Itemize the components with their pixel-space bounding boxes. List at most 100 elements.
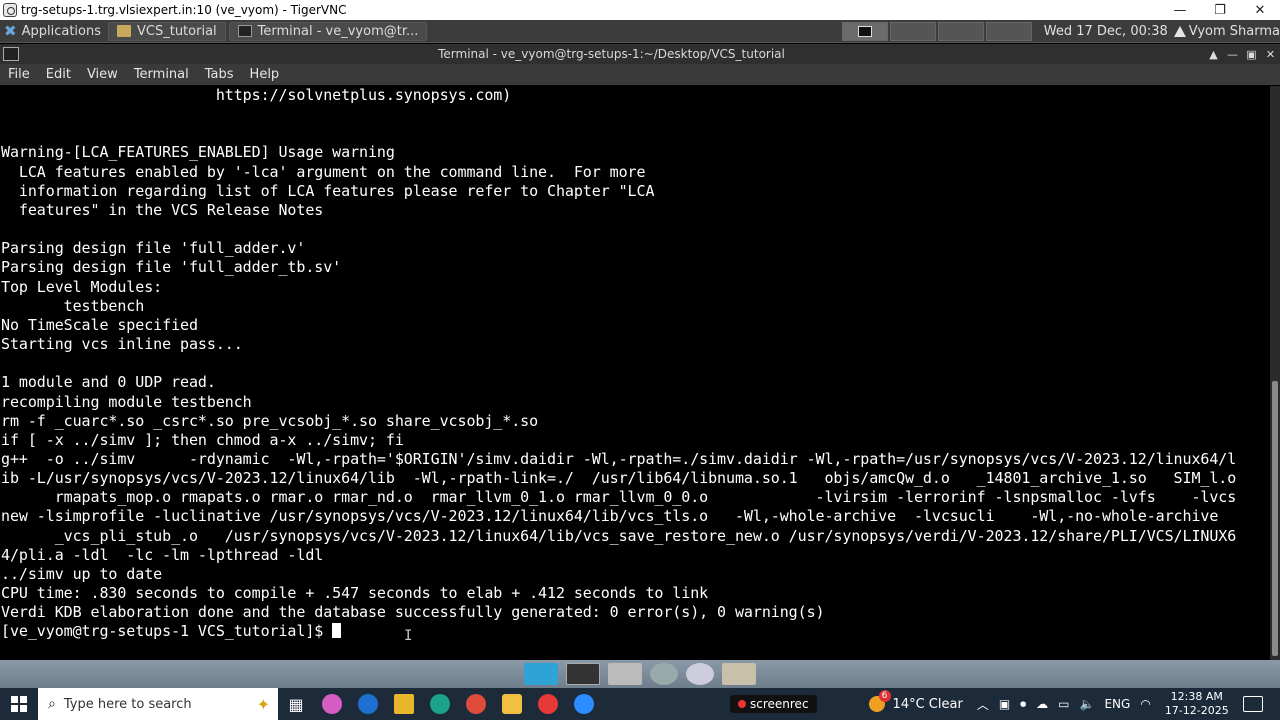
chevron-up-icon[interactable]: ︿ — [977, 696, 989, 713]
windows-taskbar: ⌕ Type here to search ✦ ▦ screenrec 6 14… — [0, 688, 1280, 720]
terminal-line: ib -L/usr/synopsys/vcs/V-2023.12/linux64… — [1, 469, 1237, 488]
terminal-prompt-line[interactable]: [ve_vyom@trg-setups-1 VCS_tutorial]$ — [1, 622, 1270, 641]
terminal-line: information regarding list of LCA featur… — [1, 181, 655, 200]
system-tray: ︿ ▣ ⏺ ☁ ▭ 🔈 ENG ◠ — [977, 696, 1151, 713]
app-icon[interactable] — [350, 688, 386, 720]
camera-icon[interactable]: ▣ — [999, 697, 1010, 711]
screenrec-label: screenrec — [750, 697, 809, 711]
notification-icon[interactable] — [1242, 696, 1263, 712]
terminal-scrollbar[interactable] — [1270, 86, 1280, 660]
file-explorer-icon[interactable] — [386, 688, 422, 720]
folder-icon — [117, 25, 131, 37]
taskbar-clock[interactable]: 12:38 AM 17-12-2025 — [1165, 690, 1229, 718]
menu-file[interactable]: File — [0, 67, 38, 82]
taskbar-date: 17-12-2025 — [1164, 704, 1229, 717]
wifi-icon[interactable]: ◠ — [1140, 697, 1150, 711]
menu-terminal[interactable]: Terminal — [126, 67, 197, 82]
applications-menu[interactable]: ✖ Applications — [0, 20, 105, 42]
terminal-line: Parsing design file 'full_adder_tb.sv' — [1, 258, 342, 277]
chrome-icon[interactable] — [458, 688, 494, 720]
terminal-line: testbench — [1, 296, 145, 315]
shade-button[interactable]: ▲ — [1204, 48, 1223, 61]
terminal-icon[interactable] — [3, 47, 19, 61]
minimize-button[interactable]: — — [1223, 48, 1242, 61]
terminal-cursor — [332, 623, 342, 639]
terminal-line: rm -f _cuarc*.so _csrc*.so pre_vcsobj_*.… — [1, 411, 539, 430]
taskbar-item-terminal[interactable]: Terminal - ve_vyom@tr... — [228, 21, 428, 41]
folder-icon[interactable] — [722, 663, 756, 685]
edge-icon[interactable] — [422, 688, 458, 720]
maximize-button[interactable]: ▣ — [1242, 48, 1261, 61]
shell-prompt: [ve_vyom@trg-setups-1 VCS_tutorial]$ — [1, 622, 333, 641]
terminal-line: _vcs_pli_stub_.o /usr/synopsys/vcs/V-202… — [1, 526, 1237, 545]
weather-badge: 6 — [878, 690, 891, 702]
user-name: Vyom Sharma — [1188, 23, 1280, 39]
terminal-output[interactable]: https://solvnetplus.synopsys.com) Warnin… — [0, 86, 1270, 660]
volume-icon[interactable]: 🔈 — [1080, 697, 1095, 711]
terminal-menubar: File Edit View Terminal Tabs Help — [0, 64, 1280, 85]
terminal-line: 4/pli.a -ldl -lc -lm -lpthread -ldl — [1, 545, 324, 564]
terminal-line: https://solvnetplus.synopsys.com) — [1, 86, 512, 104]
battery-icon[interactable]: ▭ — [1058, 697, 1069, 711]
terminal-line: No TimeScale specified — [1, 315, 198, 334]
windows-logo-icon — [11, 696, 27, 712]
search-icon[interactable] — [686, 663, 714, 685]
terminal-line: ../simv up to date — [1, 564, 163, 583]
terminal-line: Warning-[LCA_FEATURES_ENABLED] Usage war… — [1, 143, 395, 162]
applications-label: Applications — [21, 23, 101, 39]
close-button[interactable]: ✕ — [1240, 3, 1280, 18]
menu-edit[interactable]: Edit — [38, 67, 79, 82]
start-button[interactable] — [0, 688, 38, 720]
workspace-4[interactable] — [985, 21, 1032, 41]
user-menu[interactable]: Vyom Sharma — [1173, 23, 1280, 39]
task-label: VCS_tutorial — [137, 23, 217, 39]
terminal-line: CPU time: .830 seconds to compile + .547… — [1, 584, 709, 603]
terminal-line: recompiling module testbench — [1, 392, 252, 411]
terminal-line: features" in the VCS Release Notes — [1, 200, 324, 219]
workspace-1[interactable] — [841, 21, 888, 41]
text-cursor-icon: I — [404, 628, 413, 644]
vnc-titlebar: trg-setups-1.trg.vlsiexpert.in:10 (ve_vy… — [0, 0, 1280, 20]
terminal-icon — [237, 25, 252, 37]
app-icon-2[interactable] — [494, 688, 530, 720]
task-label: Terminal - ve_vyom@tr... — [257, 23, 419, 39]
language-indicator[interactable]: ENG — [1104, 697, 1130, 711]
copilot-icon[interactable] — [314, 688, 350, 720]
menu-tabs[interactable]: Tabs — [197, 67, 242, 82]
terminal-line: Starting vcs inline pass... — [1, 335, 243, 354]
cloud-icon[interactable]: ☁ — [1036, 697, 1048, 711]
workspace-2[interactable] — [889, 21, 936, 41]
file-manager-icon[interactable] — [608, 663, 642, 685]
terminal-line: Top Level Modules: — [1, 277, 163, 296]
menu-help[interactable]: Help — [242, 67, 288, 82]
scrollbar-thumb[interactable] — [1272, 381, 1278, 656]
panel-clock[interactable]: Wed 17 Dec, 00:38 — [1044, 24, 1168, 39]
screenrec-indicator[interactable]: screenrec — [730, 695, 817, 713]
terminal-titlebar: Terminal - ve_vyom@trg-setups-1:~/Deskto… — [0, 44, 1280, 64]
desktop-icon[interactable] — [524, 663, 558, 685]
terminal-line: rmapats_mop.o rmapats.o rmar.o rmar_nd.o… — [1, 488, 1237, 507]
tigervnc-icon — [3, 3, 17, 17]
zoom-icon[interactable] — [566, 688, 602, 720]
maximize-button[interactable]: ❐ — [1200, 3, 1240, 18]
app-icon-3[interactable] — [530, 688, 566, 720]
microphone-icon[interactable]: ⏺ — [1020, 697, 1026, 712]
task-view-icon[interactable]: ▦ — [278, 688, 314, 720]
vnc-window-title: trg-setups-1.trg.vlsiexpert.in:10 (ve_vy… — [21, 3, 347, 17]
terminal-icon[interactable] — [566, 663, 600, 685]
browser-icon[interactable] — [650, 663, 678, 685]
weather-widget[interactable]: 6 14°C Clear — [868, 690, 963, 712]
terminal-window-title: Terminal - ve_vyom@trg-setups-1:~/Deskto… — [438, 47, 785, 61]
minimize-button[interactable]: — — [1160, 3, 1200, 18]
workspace-3[interactable] — [937, 21, 984, 41]
taskbar-search[interactable]: ⌕ Type here to search ✦ — [38, 688, 278, 720]
remote-top-panel: ✖ Applications VCS_tutorial Terminal - v… — [0, 20, 1280, 43]
close-button[interactable]: ✕ — [1261, 48, 1280, 61]
sparkle-icon: ✦ — [256, 694, 270, 714]
menu-view[interactable]: View — [79, 67, 126, 82]
taskbar-item-vcs-tutorial[interactable]: VCS_tutorial — [108, 21, 226, 41]
terminal-line: new -lsimprofile -luclinative /usr/synop… — [1, 507, 1219, 526]
